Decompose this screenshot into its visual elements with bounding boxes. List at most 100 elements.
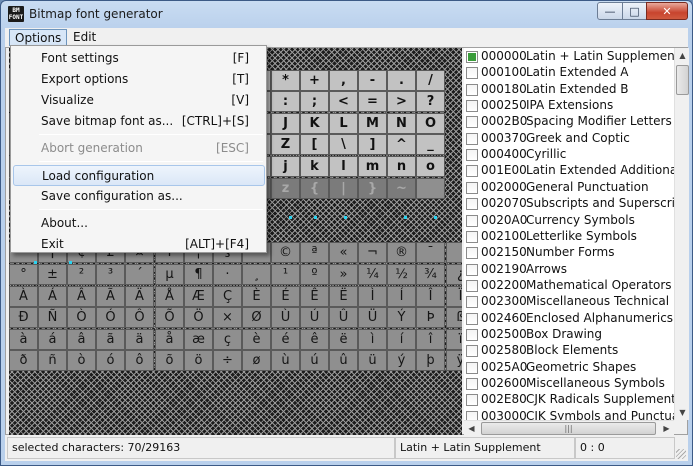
- range-item[interactable]: 000370 Greek and Coptic: [466, 131, 674, 147]
- scroll-left-icon[interactable]: ◀: [464, 421, 479, 436]
- menu-item-load-configuration[interactable]: Load configuration: [13, 165, 265, 186]
- glyph-cell[interactable]: é: [271, 329, 300, 350]
- glyph-cell[interactable]: À: [9, 286, 38, 307]
- glyph-cell[interactable]: º: [300, 264, 329, 285]
- glyph-cell[interactable]: Å: [155, 286, 184, 307]
- glyph-cell[interactable]: ~: [387, 178, 416, 199]
- range-checkbox[interactable]: [466, 361, 478, 374]
- glyph-cell[interactable]: ¼: [358, 264, 387, 285]
- range-checkbox[interactable]: [466, 230, 478, 243]
- glyph-cell[interactable]: Î: [416, 286, 445, 307]
- glyph-cell[interactable]: =: [358, 91, 387, 112]
- glyph-cell[interactable]: ÷: [213, 350, 242, 371]
- glyph-cell[interactable]: Ì: [358, 286, 387, 307]
- range-checkbox[interactable]: [466, 345, 478, 358]
- range-checkbox[interactable]: [466, 165, 478, 178]
- range-checkbox[interactable]: [466, 312, 478, 325]
- glyph-cell[interactable]: ¯: [416, 242, 445, 263]
- range-checkbox[interactable]: [466, 214, 478, 227]
- glyph-cell[interactable]: K: [300, 113, 329, 134]
- range-item[interactable]: 000000 Latin + Latin Supplement: [466, 49, 674, 65]
- glyph-cell[interactable]: >: [387, 91, 416, 112]
- range-item[interactable]: 002000 General Punctuation: [466, 180, 674, 196]
- resize-grip-icon[interactable]: [676, 449, 686, 459]
- range-checkbox[interactable]: [466, 116, 478, 129]
- glyph-cell[interactable]: ñ: [38, 350, 67, 371]
- glyph-cell[interactable]: Â: [67, 286, 96, 307]
- glyph-cell[interactable]: î: [416, 329, 445, 350]
- glyph-cell[interactable]: Ú: [300, 307, 329, 328]
- glyph-cell[interactable]: «: [329, 242, 358, 263]
- menu-item-exit[interactable]: Exit [ALT]+[F4]: [13, 234, 265, 255]
- horizontal-scroll-thumb[interactable]: |||: [481, 422, 656, 435]
- glyph-cell[interactable]: ¹: [271, 264, 300, 285]
- glyph-cell[interactable]: ·: [213, 264, 242, 285]
- range-item[interactable]: 000100 Latin Extended A: [466, 65, 674, 81]
- range-checkbox[interactable]: [466, 149, 478, 162]
- range-item[interactable]: 003000CJK Symbols and Punctuation: [466, 409, 674, 420]
- glyph-cell[interactable]: }: [358, 178, 387, 199]
- range-checkbox[interactable]: [466, 394, 478, 407]
- glyph-cell[interactable]: _: [416, 134, 445, 155]
- range-list-vertical-scrollbar[interactable]: ▲ ▼: [674, 48, 689, 420]
- glyph-cell[interactable]: .: [387, 70, 416, 91]
- range-item[interactable]: 002580 Block Elements: [466, 343, 674, 359]
- glyph-cell[interactable]: *: [271, 70, 300, 91]
- glyph-cell[interactable]: \: [329, 134, 358, 155]
- range-checkbox[interactable]: [466, 247, 478, 260]
- glyph-cell[interactable]: j: [271, 156, 300, 177]
- glyph-cell[interactable]: ú: [300, 350, 329, 371]
- range-checkbox[interactable]: [466, 263, 478, 276]
- range-item[interactable]: 002E80 CJK Radicals Supplement: [466, 392, 674, 408]
- glyph-cell[interactable]: ½: [387, 264, 416, 285]
- range-item[interactable]: 002200 Mathematical Operators: [466, 278, 674, 294]
- range-checkbox[interactable]: [466, 100, 478, 113]
- title-bar[interactable]: BM FONT Bitmap font generator — □ ✕: [1, 1, 692, 27]
- glyph-cell[interactable]: ø: [242, 350, 271, 371]
- glyph-cell[interactable]: Í: [387, 286, 416, 307]
- glyph-cell[interactable]: /: [416, 70, 445, 91]
- glyph-cell[interactable]: Ù: [271, 307, 300, 328]
- glyph-cell[interactable]: °: [9, 264, 38, 285]
- range-checkbox[interactable]: [466, 181, 478, 194]
- range-checkbox[interactable]: [466, 67, 478, 80]
- glyph-cell[interactable]: Ý: [387, 307, 416, 328]
- range-item[interactable]: 002070Subscripts and Superscripts: [466, 196, 674, 212]
- range-item[interactable]: 002300 Miscellaneous Technical: [466, 294, 674, 310]
- vertical-scroll-thumb[interactable]: [676, 65, 689, 95]
- glyph-cell[interactable]: z: [271, 178, 300, 199]
- glyph-cell[interactable]: Õ: [155, 307, 184, 328]
- glyph-cell[interactable]: ´: [125, 264, 154, 285]
- glyph-cell[interactable]: ü: [358, 350, 387, 371]
- minimize-button[interactable]: —: [597, 2, 623, 20]
- glyph-cell[interactable]: ã: [96, 329, 125, 350]
- menu-item-save-bitmap-font-as[interactable]: Save bitmap font as... [CTRL]+[S]: [13, 111, 265, 132]
- glyph-cell[interactable]: -: [358, 70, 387, 91]
- glyph-cell[interactable]: æ: [184, 329, 213, 350]
- glyph-cell[interactable]: n: [387, 156, 416, 177]
- glyph-cell[interactable]: ª: [300, 242, 329, 263]
- glyph-cell[interactable]: Z: [271, 134, 300, 155]
- glyph-cell[interactable]: á: [38, 329, 67, 350]
- scroll-down-icon[interactable]: ▼: [675, 405, 690, 420]
- glyph-cell[interactable]: Ü: [358, 307, 387, 328]
- range-list-horizontal-scrollbar[interactable]: ◀ ||| ▶: [464, 420, 674, 435]
- range-item[interactable]: 000250 IPA Extensions: [466, 98, 674, 114]
- range-item[interactable]: 002600 Miscellaneous Symbols: [466, 376, 674, 392]
- glyph-cell[interactable]: û: [329, 350, 358, 371]
- glyph-cell[interactable]: M: [358, 113, 387, 134]
- menu-item-font-settings[interactable]: Font settings [F]: [13, 48, 265, 69]
- glyph-cell[interactable]: Ã: [96, 286, 125, 307]
- glyph-cell[interactable]: ³: [96, 264, 125, 285]
- glyph-cell[interactable]: Á: [38, 286, 67, 307]
- menu-item-save-configuration-as[interactable]: Save configuration as...: [13, 186, 265, 207]
- glyph-cell[interactable]: +: [300, 70, 329, 91]
- glyph-cell[interactable]: ,: [329, 70, 358, 91]
- scroll-up-icon[interactable]: ▲: [675, 48, 690, 63]
- range-checkbox[interactable]: [466, 83, 478, 96]
- glyph-cell[interactable]: ë: [329, 329, 358, 350]
- glyph-cell[interactable]: Ê: [300, 286, 329, 307]
- glyph-cell[interactable]: [416, 178, 445, 199]
- glyph-cell[interactable]: ù: [271, 350, 300, 371]
- range-item[interactable]: 002460 Enclosed Alphanumerics: [466, 311, 674, 327]
